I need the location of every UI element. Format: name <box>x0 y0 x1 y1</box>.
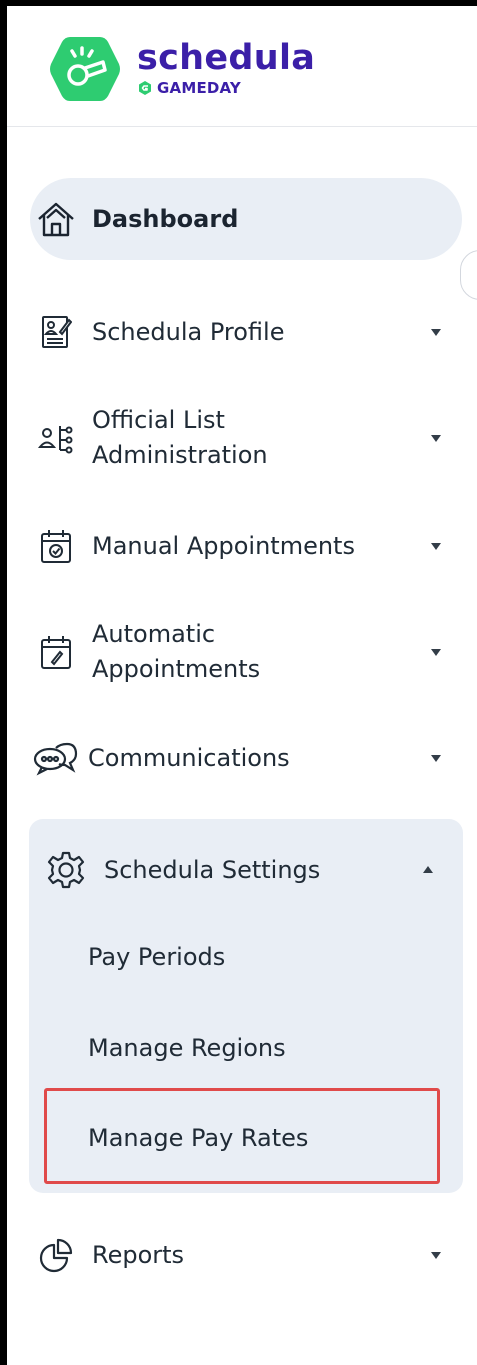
chevron-down-icon <box>431 543 441 550</box>
nav-reports[interactable]: Reports <box>30 1235 462 1275</box>
nav-automatic-appointments[interactable]: Automatic Appointments <box>30 616 462 688</box>
nav-automatic-label-line1: Automatic <box>92 620 216 648</box>
nav-communications-label: Communications <box>88 743 290 772</box>
nav-official-list-administration[interactable]: Official List Administration <box>30 402 462 474</box>
nav-schedula-settings-label: Schedula Settings <box>104 855 321 884</box>
nav-automatic-label-line2: Appointments <box>92 655 261 683</box>
profile-document-icon <box>36 312 76 352</box>
nav-communications[interactable]: Communications <box>30 738 462 778</box>
chevron-down-icon <box>431 435 441 442</box>
window-border-top <box>0 0 477 6</box>
pie-chart-icon <box>36 1235 76 1275</box>
brand-name: schedula <box>137 38 316 78</box>
chat-bubbles-icon <box>32 738 78 778</box>
calendar-edit-icon <box>36 632 76 672</box>
nav-schedula-profile-label: Schedula Profile <box>92 317 285 346</box>
official-list-icon <box>36 418 76 458</box>
window-border-left <box>0 0 7 1365</box>
submenu-manage-regions[interactable]: Manage Regions <box>88 1031 286 1066</box>
sidebar: schedula GAMEDAY Dashboard Schedula Prof… <box>0 0 477 1365</box>
gameday-g-icon <box>139 81 151 95</box>
nav-manual-appointments-label: Manual Appointments <box>92 531 355 560</box>
nav-schedula-settings[interactable]: Schedula Settings <box>30 850 462 890</box>
nav-dashboard[interactable]: Dashboard <box>30 178 462 260</box>
home-icon <box>36 199 76 239</box>
chevron-down-icon <box>431 755 441 762</box>
nav-schedula-profile[interactable]: Schedula Profile <box>30 312 462 352</box>
highlight-annotation <box>44 1088 440 1184</box>
submenu-pay-periods[interactable]: Pay Periods <box>88 940 225 975</box>
brand-logo[interactable]: schedula GAMEDAY <box>48 28 315 108</box>
nav-dashboard-label: Dashboard <box>92 204 239 233</box>
brand-sub: GAMEDAY <box>157 79 241 97</box>
calendar-check-icon <box>36 526 76 566</box>
header-divider <box>7 126 477 127</box>
chevron-down-icon <box>431 1252 441 1259</box>
nav-reports-label: Reports <box>92 1240 185 1269</box>
collapse-sidebar-button[interactable] <box>460 250 477 300</box>
nav-official-list-label-line2: Administration <box>92 441 268 469</box>
gear-icon <box>46 850 86 890</box>
nav-manual-appointments[interactable]: Manual Appointments <box>30 526 462 566</box>
chevron-down-icon <box>431 649 441 656</box>
nav-official-list-label-line1: Official List <box>92 406 225 434</box>
whistle-logo-icon <box>50 37 120 101</box>
chevron-down-icon <box>431 329 441 336</box>
chevron-up-icon <box>423 866 433 873</box>
